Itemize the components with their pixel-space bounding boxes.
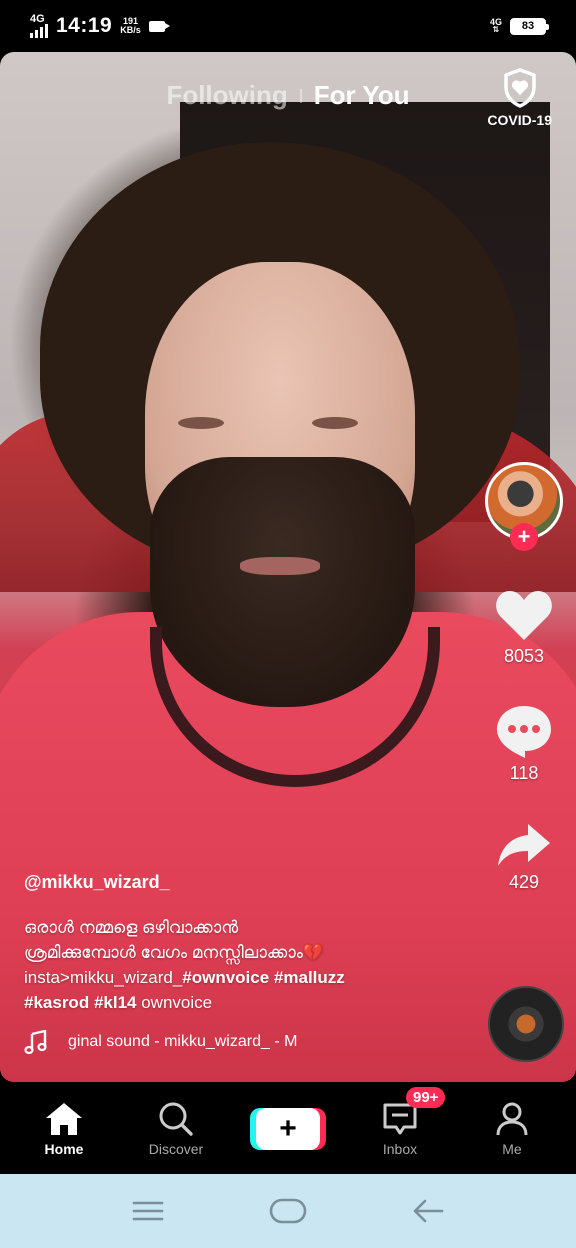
battery-level: 83 — [521, 20, 535, 32]
hashtag-ownvoice[interactable]: #ownvoice — [182, 968, 269, 987]
system-nav-bar — [0, 1174, 576, 1248]
caption-insta-handle: insta>mikku_wizard_ — [24, 968, 183, 987]
tab-for-you[interactable]: For You — [314, 80, 410, 111]
status-bar: 4G 14:19 191 KB/s 4G ⇅ 83 — [0, 0, 576, 52]
nav-inbox-label: Inbox — [382, 1141, 418, 1157]
search-icon — [159, 1102, 193, 1136]
network-speed-unit: KB/s — [120, 25, 141, 35]
hashtag-malluzz[interactable]: #malluzz — [274, 968, 345, 987]
menu-icon[interactable] — [131, 1199, 165, 1223]
nav-create[interactable]: + — [238, 1108, 338, 1150]
sound-name: ginal sound - mikku_wizard_ - M — [68, 1033, 298, 1050]
caption-line-2: ശ്രമിക്കുമ്പോൾ വേഗം മനസ്സിലാക്കാം💔 — [24, 943, 325, 962]
shield-heart-icon — [503, 68, 536, 108]
data-arrows-icon: ⇅ — [492, 25, 500, 34]
profile-icon — [496, 1102, 528, 1136]
signal-left: 4G — [30, 14, 48, 38]
create-plus-icon[interactable]: + — [256, 1108, 320, 1150]
share-button[interactable]: 429 — [496, 822, 552, 893]
comment-button[interactable]: 118 — [495, 703, 553, 784]
share-arrow-icon — [498, 824, 550, 866]
covid-info-button[interactable]: COVID-19 — [487, 68, 552, 128]
nav-inbox[interactable]: 99+ Inbox — [350, 1087, 450, 1157]
home-icon — [46, 1103, 82, 1135]
creator-username[interactable]: @mikku_wizard_ — [24, 872, 464, 893]
home-circle-icon[interactable] — [268, 1196, 308, 1226]
sound-ticker[interactable]: ginal sound - mikku_wizard_ - M — [24, 1030, 324, 1054]
like-count: 8053 — [503, 646, 545, 666]
clock: 14:19 — [56, 14, 113, 37]
caption-suffix: ownvoice — [141, 993, 213, 1012]
network-speed: 191 KB/s — [120, 17, 141, 35]
action-rail: + 8053 118 429 — [484, 462, 564, 893]
nav-home-label: Home — [44, 1141, 84, 1157]
caption-line-1: ഒരാൾ നമ്മളെ ഒഴിവാക്കാൻ — [24, 918, 239, 937]
network-type-right: 4G ⇅ — [490, 18, 502, 34]
tab-following[interactable]: Following — [166, 80, 287, 111]
heart-icon — [496, 591, 552, 640]
nav-home[interactable]: Home — [14, 1101, 114, 1157]
caption-line-3: insta>mikku_wizard_#ownvoice #malluzz — [24, 965, 464, 990]
caption-line-4: #kasrod #kl14 ownvoice — [24, 990, 464, 1015]
nav-me-label: Me — [502, 1141, 522, 1157]
hashtag-kl14[interactable]: #kl14 — [94, 993, 137, 1012]
battery-icon: 83 — [510, 17, 549, 35]
creator-avatar[interactable]: + — [485, 462, 563, 551]
video-camera-icon — [148, 20, 170, 32]
hashtag-kasrod[interactable]: #kasrod — [24, 993, 89, 1012]
network-type-left: 4G — [30, 13, 45, 25]
comment-bubble-icon — [496, 706, 551, 758]
comment-count: 118 — [509, 763, 539, 783]
inbox-badge: 99+ — [406, 1087, 446, 1108]
nav-discover[interactable]: Discover — [126, 1101, 226, 1157]
follow-plus-icon[interactable]: + — [510, 523, 538, 551]
caption-text: ഒരാൾ നമ്മളെ ഒഴിവാക്കാൻ ശ്രമിക്കുമ്പോൾ വേ… — [24, 915, 464, 1015]
like-button[interactable]: 8053 — [494, 588, 554, 667]
bottom-nav: Home Discover + 99+ Inbox Me — [0, 1084, 576, 1174]
nav-discover-label: Discover — [148, 1141, 204, 1157]
nav-me[interactable]: Me — [462, 1101, 562, 1157]
back-arrow-icon[interactable] — [411, 1197, 445, 1225]
video-subject-eye-right — [312, 417, 358, 429]
signal-bars-icon — [30, 24, 48, 38]
video-caption: @mikku_wizard_ ഒരാൾ നമ്മളെ ഒഴിവാക്കാൻ ശ്… — [24, 872, 464, 1015]
covid-label: COVID-19 — [487, 112, 552, 128]
share-count: 429 — [508, 872, 540, 892]
sound-disc[interactable] — [488, 986, 564, 1062]
video-subject-eye-left — [178, 417, 224, 429]
video-subject-mouth — [240, 557, 320, 575]
music-note-icon — [24, 1030, 47, 1054]
tab-divider — [299, 88, 302, 103]
